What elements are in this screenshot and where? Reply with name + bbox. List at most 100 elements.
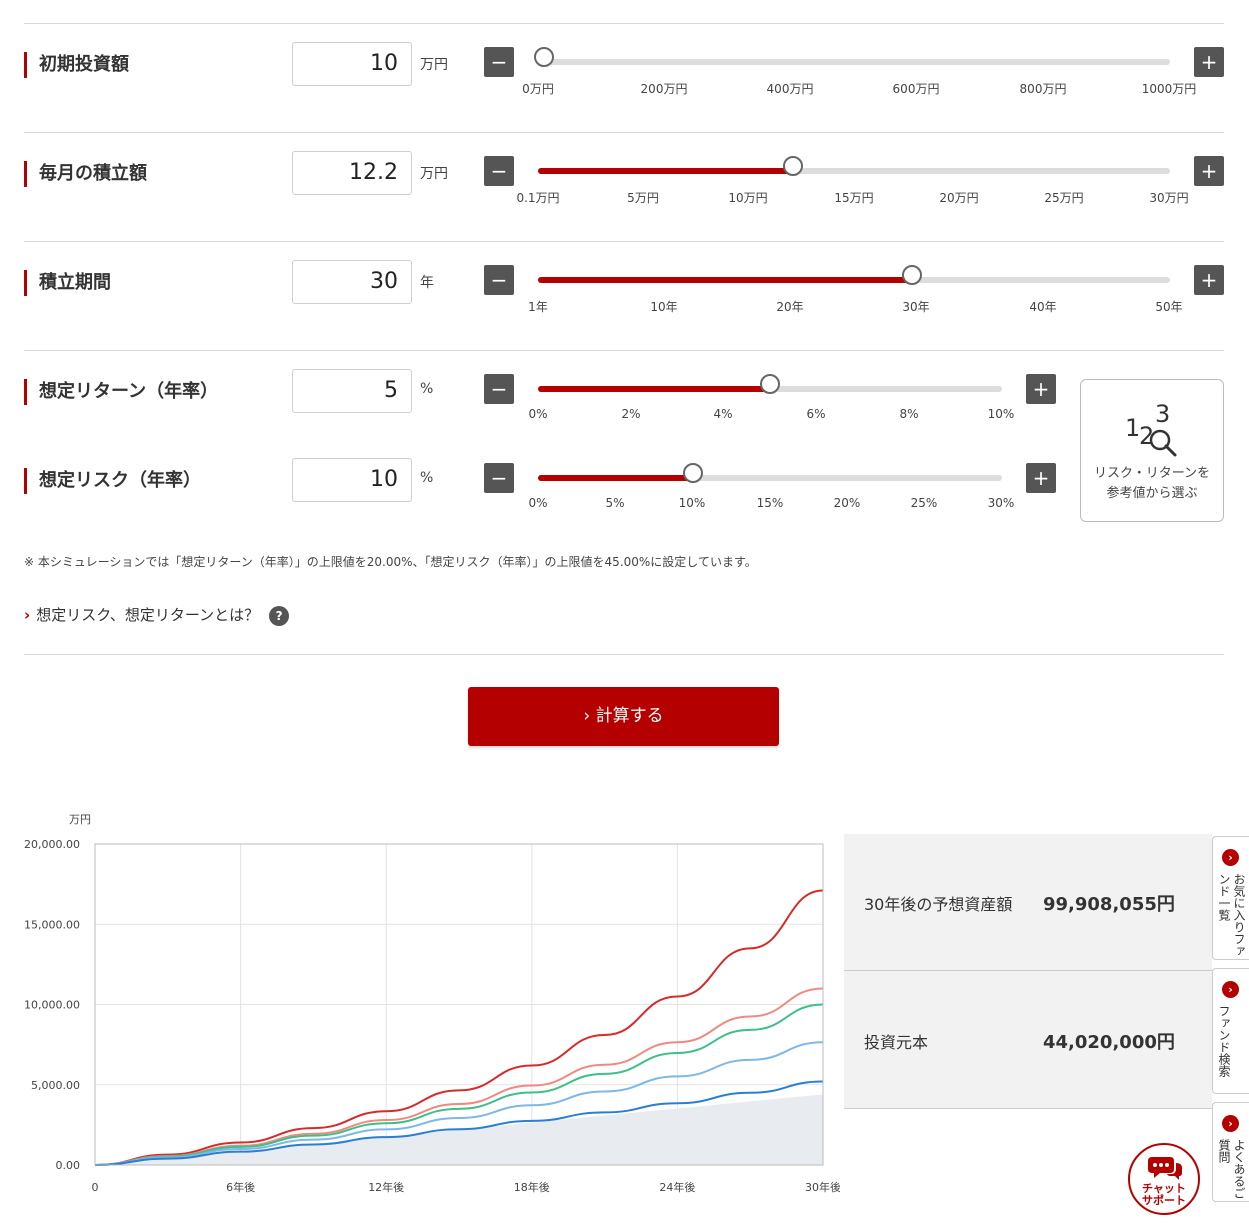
slider-tick-label: 0万円 xyxy=(522,82,554,96)
unit-label: 万円 xyxy=(420,57,448,73)
slider-thumb[interactable] xyxy=(760,374,780,394)
favorite-funds-tab[interactable]: › お気に入りファンド一覧 xyxy=(1212,836,1249,960)
period-row: 積立期間 30 年 − + 1年 10年 20年 30年 40年 50年 xyxy=(0,260,1249,330)
reference-values-line1: リスク・リターンを xyxy=(1093,466,1211,481)
principal-value: 44,020,000円 xyxy=(1043,1032,1175,1053)
slider-fill xyxy=(538,277,913,283)
y-tick-label: 10,000.00 xyxy=(24,999,80,1012)
risk-return-explanation-link[interactable]: › 想定リスク、想定リターンとは？? xyxy=(24,604,290,626)
slider-tick-label: 10% xyxy=(678,496,706,510)
y-axis-ticks: 20,000.00 15,000.00 10,000.00 5,000.00 0.00 xyxy=(24,838,80,1172)
slider-tick-label: 30年 xyxy=(902,300,930,314)
slider-tick-label: 400万円 xyxy=(766,82,814,96)
slider-tick-label: 20年 xyxy=(776,300,804,314)
slider-fill xyxy=(538,386,770,392)
slider-tick-label: 0% xyxy=(528,407,548,421)
unit-label: 万円 xyxy=(420,166,448,182)
slider-tick-label: 10% xyxy=(987,407,1015,421)
x-tick-label: 30年後 xyxy=(805,1180,840,1194)
chat-bubble-icon xyxy=(1148,1157,1182,1180)
fund-search-tab-label: ファンド検索 xyxy=(1217,1005,1231,1077)
slider-tick-label: 10年 xyxy=(650,300,678,314)
slider-tick-label: 25万円 xyxy=(1044,191,1084,205)
slider-tick-label: 30万円 xyxy=(1149,191,1189,205)
slider-thumb[interactable] xyxy=(782,156,803,176)
slider-tick-label: 15% xyxy=(756,496,784,510)
y-axis-unit-label: 万円 xyxy=(69,813,91,826)
divider xyxy=(24,654,1224,655)
slider-tick-label: 6% xyxy=(806,407,826,421)
chevron-right-icon: › xyxy=(1222,849,1239,866)
chat-label-line2: サポート xyxy=(1142,1194,1186,1207)
x-tick-label: 0 xyxy=(92,1181,99,1194)
chat-support-button[interactable]: チャット サポート xyxy=(1128,1143,1200,1215)
slider-track[interactable] xyxy=(538,463,1002,483)
projected-assets-value: 99,908,055円 xyxy=(1043,894,1175,915)
slider-tick-label: 2% xyxy=(621,407,641,421)
decrease-button[interactable]: − xyxy=(484,265,514,295)
slider-tick-label: 600万円 xyxy=(892,82,940,96)
unit-label: 年 xyxy=(420,275,434,291)
expected-return-input[interactable]: 5 xyxy=(292,369,412,413)
increase-button[interactable]: + xyxy=(1194,47,1224,77)
slider-track[interactable] xyxy=(534,47,1170,67)
row-label: 初期投資額 xyxy=(24,52,129,78)
x-tick-label: 18年後 xyxy=(514,1180,550,1194)
reference-values-button[interactable]: 1 2 3 リスク・リターンを 参考値から選ぶ xyxy=(1080,379,1224,522)
principal-panel: 投資元本 44,020,000円 xyxy=(844,971,1212,1108)
reference-values-label: リスク・リターンを 参考値から選ぶ xyxy=(1081,464,1223,504)
svg-text:1: 1 xyxy=(1125,414,1140,442)
projected-assets-panel: 30年後の予想資産額 99,908,055円 xyxy=(844,834,1212,970)
chat-support-label: チャット サポート xyxy=(1130,1183,1198,1207)
divider xyxy=(24,241,1224,242)
row-label: 毎月の積立額 xyxy=(24,161,147,187)
decrease-button[interactable]: − xyxy=(484,463,514,493)
expected-risk-input[interactable]: 10 xyxy=(292,458,412,502)
faq-tab[interactable]: › よくあるご質問 xyxy=(1212,1102,1249,1202)
slider-thumb[interactable] xyxy=(534,47,555,67)
increase-button[interactable]: + xyxy=(1194,156,1224,186)
slider-tick-label: 5% xyxy=(605,496,625,510)
slider-tick-label: 1年 xyxy=(528,300,548,314)
slider-tick-label: 800万円 xyxy=(1019,82,1067,96)
chevron-right-icon: › xyxy=(24,606,31,624)
fund-search-tab[interactable]: › ファンド検索 xyxy=(1212,968,1249,1094)
slider-track[interactable] xyxy=(538,156,1170,176)
help-icon[interactable]: ? xyxy=(269,605,290,626)
decrease-button[interactable]: − xyxy=(484,47,514,77)
slider-thumb[interactable] xyxy=(902,265,923,285)
slider-fill xyxy=(538,168,793,174)
slider-track[interactable] xyxy=(538,374,1002,394)
chevron-right-icon: › xyxy=(1222,981,1239,998)
increase-button[interactable]: + xyxy=(1026,374,1056,404)
divider xyxy=(844,1108,1212,1109)
slider-thumb[interactable] xyxy=(682,463,703,483)
slider-tick-label: 30% xyxy=(987,496,1015,510)
slider-tick-label: 8% xyxy=(899,407,919,421)
slider-fill xyxy=(538,475,693,481)
unit-label: % xyxy=(420,470,434,486)
calculate-button[interactable]: › 計算する xyxy=(468,687,779,746)
asset-projection-chart: 万円 20,000.00 15,000.00 10,000.00 5,000.00 0.… xyxy=(24,813,840,1194)
x-tick-label: 6年後 xyxy=(226,1180,255,1194)
increase-button[interactable]: + xyxy=(1026,463,1056,493)
x-tick-label: 24年後 xyxy=(659,1180,695,1194)
expected-risk-row: 想定リスク（年率） 10 % − + 0% 5% 10% 15% 20% 25%… xyxy=(0,458,1249,528)
slider-tick-label: 1000万円 xyxy=(1141,82,1197,96)
slider-tick-label: 25% xyxy=(910,496,938,510)
increase-button[interactable]: + xyxy=(1194,265,1224,295)
decrease-button[interactable]: − xyxy=(484,156,514,186)
reference-values-line2: 参考値から選ぶ xyxy=(1106,486,1198,501)
divider xyxy=(24,23,1224,24)
period-input[interactable]: 30 xyxy=(292,260,412,304)
decrease-button[interactable]: − xyxy=(484,374,514,404)
projected-assets-label: 30年後の予想資産額 xyxy=(864,895,1013,914)
monthly-contribution-input[interactable]: 12.2 xyxy=(292,151,412,195)
divider xyxy=(24,350,1224,351)
unit-label: % xyxy=(420,381,434,397)
slider-track[interactable] xyxy=(538,265,1170,285)
upper-limit-note: ※ 本シミュレーションでは「想定リターン（年率）」の上限値を20.00%、「想定… xyxy=(24,555,757,569)
slider-tick-label: 15万円 xyxy=(834,191,874,205)
initial-investment-input[interactable]: 10 xyxy=(292,42,412,86)
y-tick-label: 5,000.00 xyxy=(31,1079,80,1092)
